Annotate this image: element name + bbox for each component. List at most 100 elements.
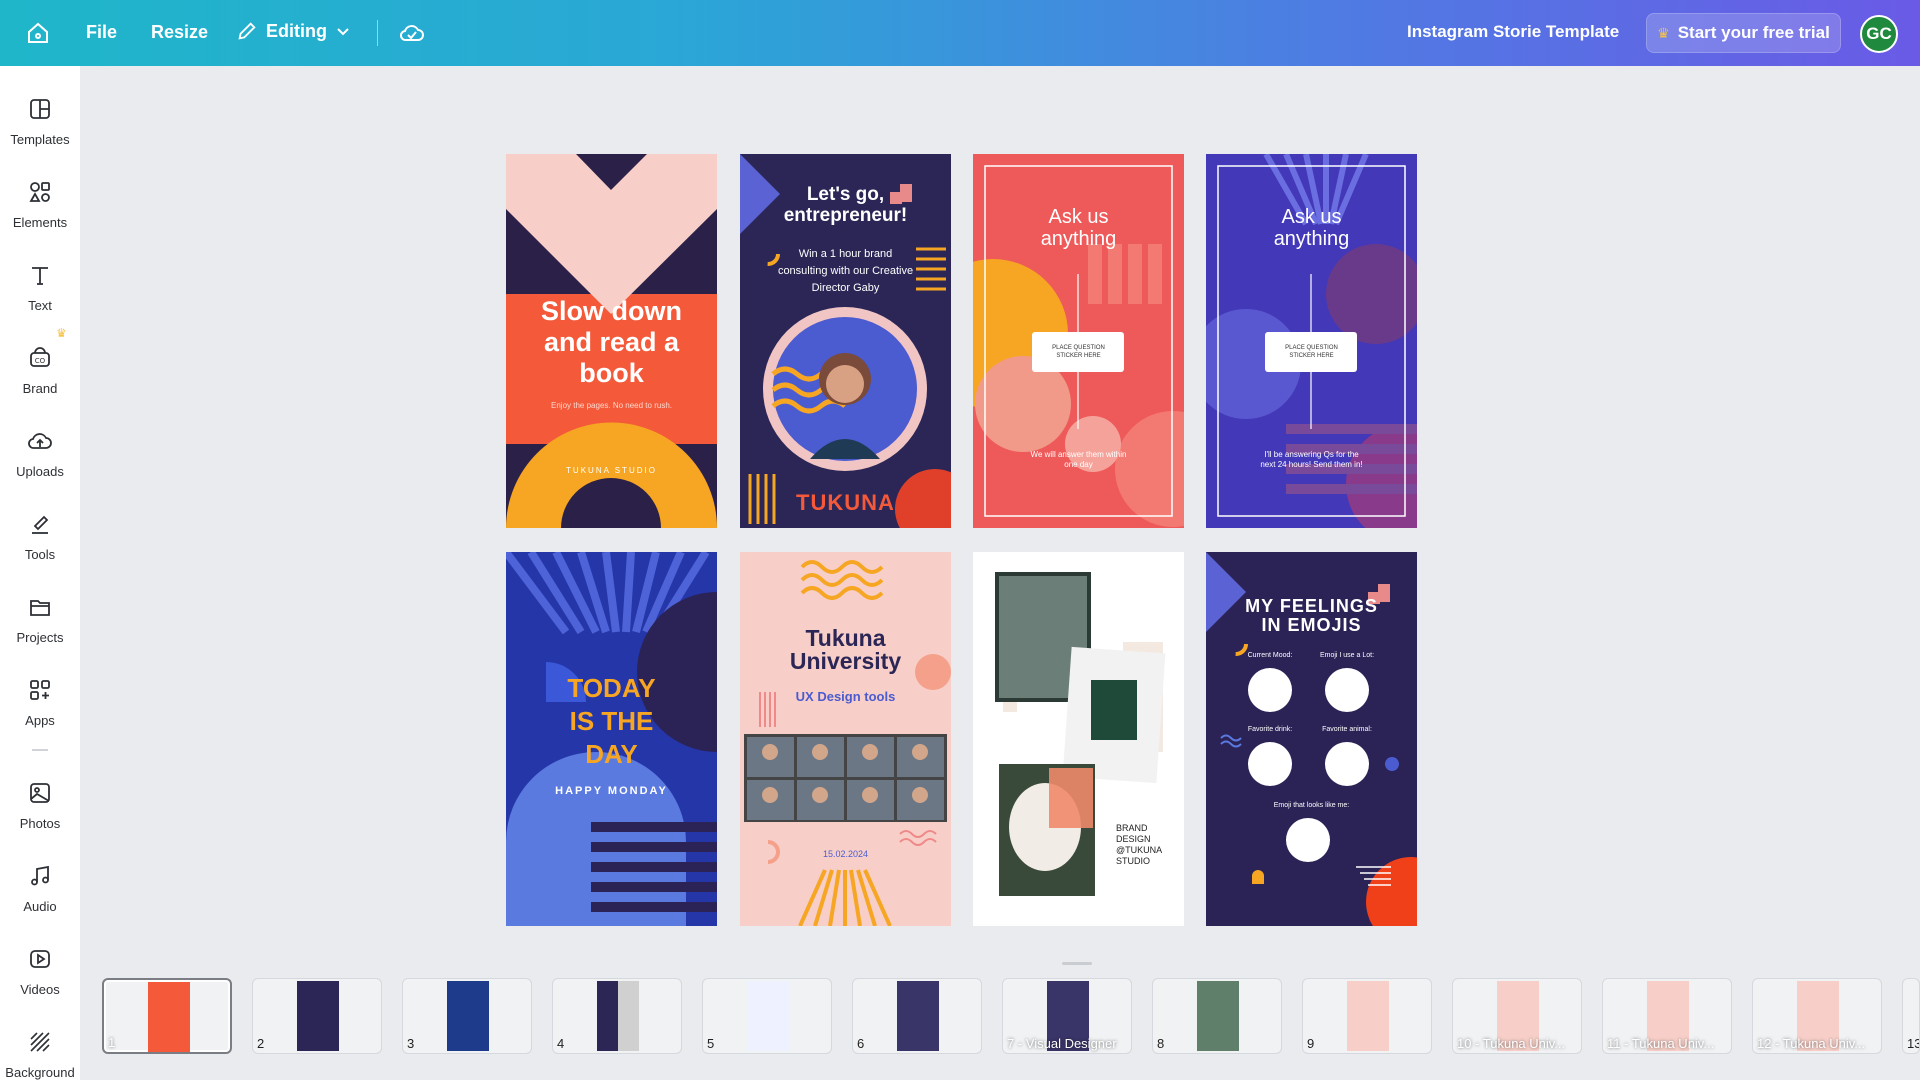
page-thumbnail[interactable]: 5 [702, 978, 832, 1054]
question-label: Favorite animal: [1322, 726, 1372, 733]
canvas-scroll-handle[interactable] [1062, 962, 1092, 965]
sidebar-item-label: Videos [20, 982, 60, 997]
thumbnail-preview [747, 981, 789, 1051]
sidebar-item-videos[interactable]: Videos [0, 940, 80, 1010]
page-graphics [995, 572, 1166, 896]
sidebar-item-text[interactable]: Text [0, 256, 80, 326]
svg-text:CO: CO [35, 357, 46, 365]
free-trial-label: Start your free trial [1677, 23, 1830, 42]
page-footer: I'll be answering Qs for the next 24 hou… [1260, 450, 1363, 469]
question-label: Current Mood: [1247, 652, 1293, 659]
page-thumbnail[interactable]: 9 [1302, 978, 1432, 1054]
free-trial-button[interactable]: ♛ Start your free trial [1646, 13, 1841, 53]
sidebar-item-label: Templates [10, 132, 70, 147]
ring-text: TUKUNA STUDIO [566, 466, 657, 475]
page-thumbnail[interactable]: 13 [1902, 978, 1920, 1054]
page-thumbnail[interactable]: 10 - Tukuna Univ... [1452, 978, 1582, 1054]
thumbnail-preview [447, 981, 489, 1051]
brand-icon: CO [30, 347, 50, 367]
page-title: Slow down and read a book [541, 296, 682, 388]
home-button[interactable] [24, 19, 52, 47]
sidebar-item-background[interactable]: Background [0, 1023, 80, 1080]
sidebar-item-projects[interactable]: Projects [0, 588, 80, 658]
sidebar-item-label: Audio [23, 899, 57, 914]
sidebar-item-templates[interactable]: Templates [0, 90, 80, 160]
sidebar-item-apps[interactable]: Apps [0, 671, 80, 741]
editing-label: Editing [266, 20, 327, 41]
sidebar-item-label: Apps [25, 713, 55, 728]
page-slow-down[interactable]: Slow down and read a book Enjoy the page… [506, 154, 717, 528]
page-thumbnail[interactable]: 1 [102, 978, 232, 1054]
page-thumbnail[interactable]: 3 [402, 978, 532, 1054]
design-canvas: Slow down and read a book Enjoy the page… [80, 66, 1920, 966]
sidebar-item-photos[interactable]: Photos [0, 774, 80, 844]
page-subtitle: HAPPY MONDAY [555, 785, 668, 797]
play-icon [30, 950, 50, 968]
page-ask-us-blue[interactable]: Ask us anything PLACE QUESTION STICKER H… [1206, 154, 1417, 528]
page-thumbnail[interactable]: 11 - Tukuna Univ... [1602, 978, 1732, 1054]
page-graphics [744, 560, 951, 926]
templates-icon [30, 99, 50, 119]
page-thumbnail[interactable]: 2 [252, 978, 382, 1054]
page-thumbnail[interactable]: 8 [1152, 978, 1282, 1054]
sidebar-item-tools[interactable]: Tools [0, 505, 80, 575]
page-title: Ask us anything [1273, 206, 1350, 250]
document-title[interactable]: Instagram Storie Template [1407, 22, 1619, 42]
sidebar-item-audio[interactable]: Audio [0, 857, 80, 927]
avatar[interactable]: GC [1860, 15, 1898, 53]
photos-icon [30, 783, 50, 803]
sidebar-item-label: Background [5, 1065, 75, 1080]
page-entrepreneur[interactable]: Let's go, entrepreneur! Win a 1 hour bra… [740, 154, 951, 528]
sidebar-item-elements[interactable]: Elements [0, 173, 80, 243]
sidebar-item-label: Text [28, 298, 52, 313]
question-sticker-placeholder: PLACE QUESTION STICKER HERE [1052, 345, 1105, 359]
page-thumbnail[interactable]: 7 - Visual Designer [1002, 978, 1132, 1054]
page-title: Ask us anything [1040, 206, 1117, 250]
text-icon [32, 267, 48, 285]
apps-icon [30, 680, 50, 700]
page-body: Win a 1 hour brand consulting with our C… [777, 248, 914, 294]
music-note-icon [31, 865, 49, 886]
question-label: Emoji I use a Lot: [1319, 652, 1375, 659]
resize-button[interactable]: Resize [151, 22, 208, 43]
sidebar-item-brand[interactable]: CO Brand [0, 339, 80, 409]
sidebar-divider [32, 749, 48, 751]
thumbnail-preview [597, 981, 639, 1051]
elements-icon [29, 182, 50, 202]
sidebar-item-label: Brand [22, 381, 58, 396]
page-title: Tukuna University [789, 625, 902, 674]
page-title: MY FEELINGS IN EMOJIS [1245, 596, 1378, 635]
tools-icon [32, 515, 49, 534]
page-thumbnail[interactable]: 4 [552, 978, 682, 1054]
page-ask-us-coral[interactable]: Ask us anything PLACE QUESTION STICKER H… [973, 154, 1184, 528]
page-date: 15.02.2024 [822, 849, 869, 859]
brand-text: TUKUNA [796, 490, 895, 515]
top-bar: File Resize Editing Instagram Storie Tem… [0, 0, 1920, 66]
save-status-button[interactable] [399, 20, 425, 46]
page-brand-design[interactable]: BRAND DESIGN @TUKUNA STUDIO [973, 552, 1184, 926]
page-title: Let's go, entrepreneur! [783, 184, 908, 226]
page-filmstrip: 1 2 3 4 5 6 7 - Visual Designer 8 9 10 -… [80, 966, 1920, 1080]
question-label: Emoji that looks like me: [1273, 802, 1350, 809]
page-title: TODAY IS THE DAY [567, 673, 656, 769]
question-sticker-placeholder: PLACE QUESTION STICKER HERE [1285, 345, 1338, 359]
file-menu[interactable]: File [86, 22, 117, 43]
sidebar-item-uploads[interactable]: Uploads [0, 422, 80, 492]
page-feelings-emojis[interactable]: MY FEELINGS IN EMOJIS Current Mood: Emoj… [1206, 552, 1417, 926]
thumbnail-preview [148, 982, 190, 1052]
page-thumbnail[interactable]: 6 [852, 978, 982, 1054]
page-subtitle: Enjoy the pages. No need to rush. [551, 401, 672, 410]
sidebar-item-label: Uploads [16, 464, 64, 479]
page-tukuna-university[interactable]: Tukuna University UX Design tools 15.02.… [740, 552, 951, 926]
sidebar-item-label: Photos [19, 816, 61, 831]
brand-caption: BRAND DESIGN @TUKUNA STUDIO [1116, 823, 1163, 866]
folder-icon [30, 600, 50, 616]
thumbnail-preview [1347, 981, 1389, 1051]
question-label: Favorite drink: [1247, 726, 1293, 733]
page-today-is-the-day[interactable]: TODAY IS THE DAY HAPPY MONDAY [506, 552, 717, 926]
editing-mode-button[interactable]: Editing [236, 20, 351, 42]
cloud-check-icon [399, 25, 424, 41]
left-sidebar: Templates Elements Text CO Brand ♛ Uploa… [0, 66, 80, 1080]
page-thumbnail[interactable]: 12 - Tukuna Univ... [1752, 978, 1882, 1054]
crown-icon: ♛ [56, 326, 67, 340]
